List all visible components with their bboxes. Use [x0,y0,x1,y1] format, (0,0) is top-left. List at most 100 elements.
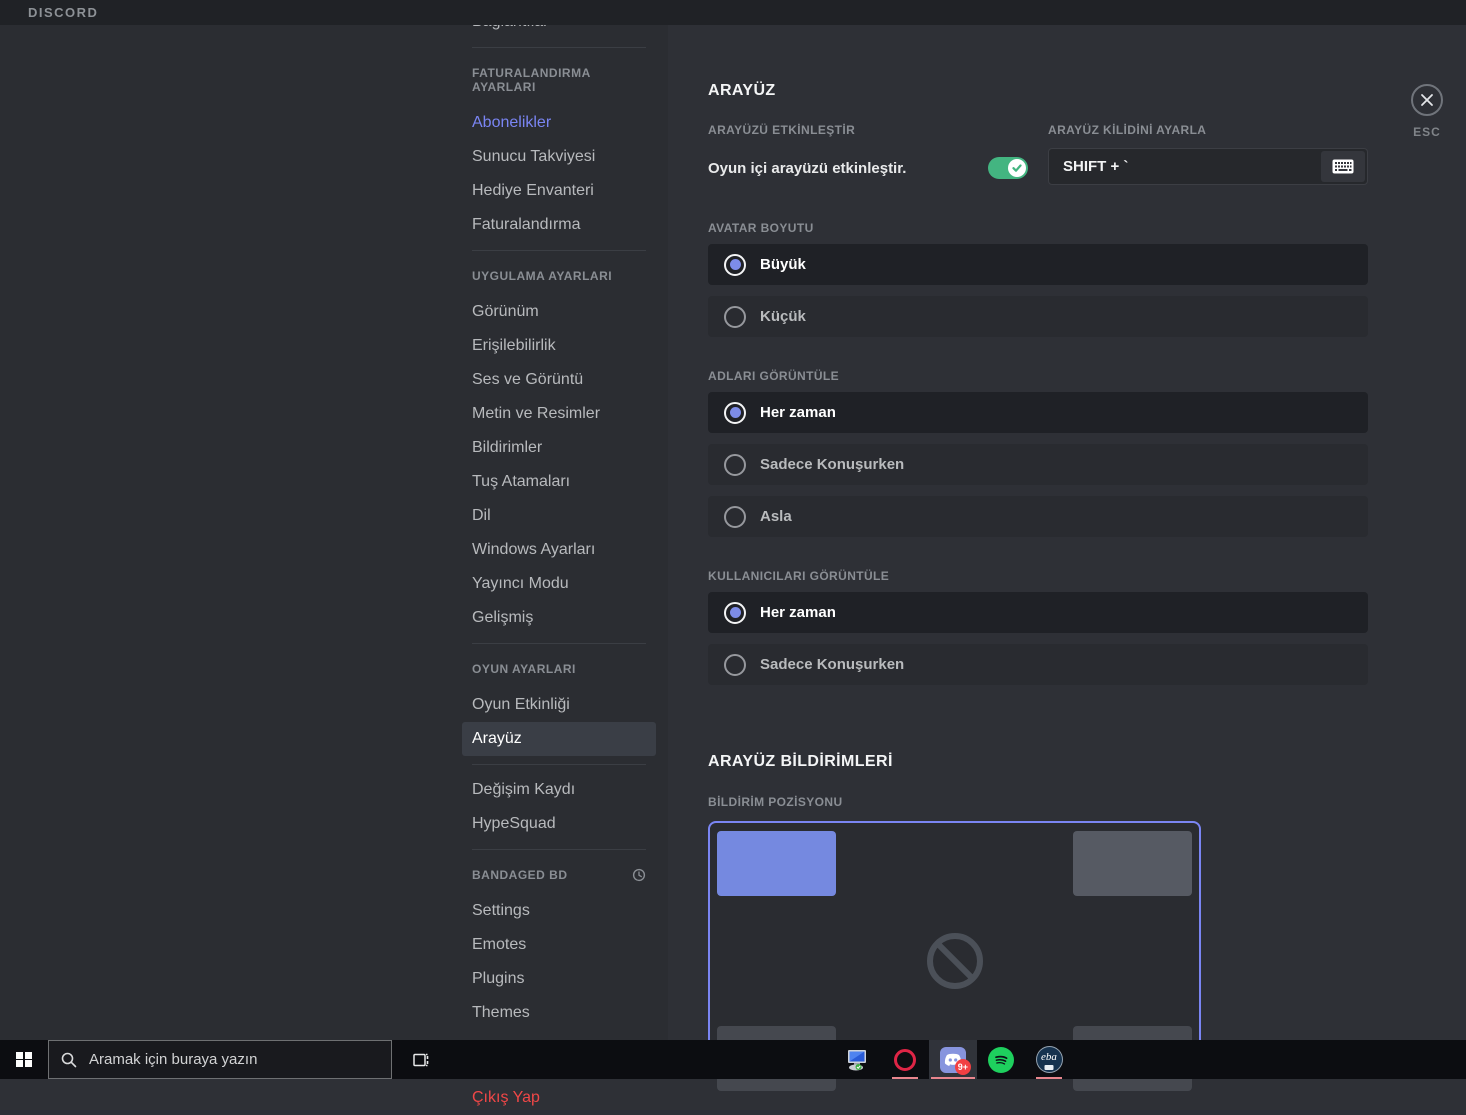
overlay-notifications-section: ARAYÜZ BİLDİRİMLERİ BİLDİRİM POZİSYONU [708,753,1368,1091]
sidebar-item-ses-ve-g-r-nt[interactable]: Ses ve Görüntü [462,363,656,397]
radio-option-label: Sadece Konuşurken [760,456,905,473]
sidebar-item-g-r-n-m[interactable]: Görünüm [462,295,656,329]
radio-group-label: AVATAR BOYUTU [708,221,814,235]
sidebar-item-aray-z[interactable]: Arayüz [462,722,656,756]
opera-gx-icon[interactable] [881,1040,929,1079]
radio-selected-icon[interactable] [724,601,746,624]
close-control: ESC [1399,84,1455,139]
sidebar-section-label: UYGULAMA AYARLARI [472,269,613,283]
notif-pos-top-right[interactable] [1073,831,1192,896]
taskbar-search[interactable] [48,1040,392,1079]
spotify-icon[interactable] [977,1040,1025,1079]
radio-group-label: KULLANICILARI GÖRÜNTÜLE [708,569,890,583]
overlay-notifications-title: ARAYÜZ BİLDİRİMLERİ [708,753,893,770]
overlay-toggle[interactable] [988,157,1028,179]
sidebar-item-oyun-etkinli-i[interactable]: Oyun Etkinliği [462,688,656,722]
sidebar-item-metin-ve-resimler[interactable]: Metin ve Resimler [462,397,656,431]
sidebar-item-eri-ilebilirlik[interactable]: Erişilebilirlik [462,329,656,363]
settings-content-inner: ARAYÜZ ARAYÜZÜ ETKİNLEŞTİR Oyun içi aray… [668,25,1368,1091]
sidebar-item-de-i-im-kayd[interactable]: Değişim Kaydı [462,773,656,807]
radio-icon[interactable] [724,305,746,328]
sidebar-item-sunucu-takviyesi[interactable]: Sunucu Takviyesi [462,140,656,174]
task-view-icon [413,1053,429,1066]
overlay-lock-section: ARAYÜZ KİLİDİNİ AYARLA SHIFT + ` [1048,123,1368,185]
radio-option-sadece-konu-urken[interactable]: Sadece Konuşurken [708,444,1368,485]
sidebar-item-faturaland-rma[interactable]: Faturalandırma [462,208,656,242]
start-button[interactable] [0,1040,48,1079]
close-button[interactable] [1411,84,1443,116]
enable-overlay-section: ARAYÜZÜ ETKİNLEŞTİR Oyun içi arayüzü etk… [708,123,1028,185]
radio-icon[interactable] [724,505,746,528]
radio-option-her-zaman[interactable]: Her zaman [708,392,1368,433]
toggle-check-icon [1008,159,1026,177]
sidebar-item-abonelikler[interactable]: Abonelikler [462,106,656,140]
overlay-lock-label: ARAYÜZ KİLİDİNİ AYARLA [1048,123,1207,137]
keybind-value: SHIFT + ` [1063,158,1129,175]
radio-group: KULLANICILARI GÖRÜNTÜLE Her zaman Sadece K… [708,569,1368,685]
sidebar-divider [472,250,646,251]
enable-overlay-label: ARAYÜZÜ ETKİNLEŞTİR [708,123,856,137]
sidebar-item-yay-nc-modu[interactable]: Yayıncı Modu [462,567,656,601]
sidebar-item-emotes[interactable]: Emotes [462,928,656,962]
history-clock-icon [632,868,646,882]
radio-group: AVATAR BOYUTU Büyük Küçük [708,221,1368,337]
notif-pos-disabled-icon[interactable] [925,931,985,991]
notification-badge: 9+ [954,1059,971,1075]
sidebar-item-tu-atamalar[interactable]: Tuş Atamaları [462,465,656,499]
page-title: ARAYÜZ [708,82,776,99]
settings-nav: BağlantılarFATURALANDIRMA AYARLARIAbonel… [462,5,656,1115]
radio-option-k-k[interactable]: Küçük [708,296,1368,337]
radio-option-asla[interactable]: Asla [708,496,1368,537]
search-icon [61,1052,77,1067]
sidebar-item-windows-ayarlar[interactable]: Windows Ayarları [462,533,656,567]
overlay-top-controls: ARAYÜZÜ ETKİNLEŞTİR Oyun içi arayüzü etk… [708,123,1368,185]
radio-selected-icon[interactable] [724,253,746,276]
sidebar-item-bildirimler[interactable]: Bildirimler [462,431,656,465]
sidebar-item-themes[interactable]: Themes [462,996,656,1030]
keybind-recorder[interactable]: SHIFT + ` [1048,148,1368,185]
sidebar-divider [472,849,646,850]
keyboard-icon[interactable] [1321,151,1365,182]
sidebar-section-label: OYUN AYARLARI [472,662,576,676]
computer-icon[interactable] [833,1040,881,1079]
settings-content: ARAYÜZ ARAYÜZÜ ETKİNLEŞTİR Oyun içi aray… [668,25,1466,1091]
sidebar-item-hediye-envanteri[interactable]: Hediye Envanteri [462,174,656,208]
radio-icon[interactable] [724,653,746,676]
radio-group-rows: Her zaman Sadece Konuşurken Asla [708,392,1368,537]
eba-icon[interactable]: eba [1025,1040,1073,1079]
radio-option-b-y-k[interactable]: Büyük [708,244,1368,285]
sidebar-item-hypesquad[interactable]: HypeSquad [462,807,656,841]
spotify-circle [988,1046,1014,1073]
taskbar-search-input[interactable] [87,1050,347,1069]
eba-circle: eba [1035,1046,1063,1073]
sidebar-item-plugins[interactable]: Plugins [462,962,656,996]
opera-gx-ring [894,1048,916,1071]
radio-option-label: Büyük [760,256,806,273]
notification-position-label: BİLDİRİM POZİSYONU [708,795,843,809]
sidebar-divider [472,47,646,48]
radio-option-label: Asla [760,508,792,525]
radio-option-label: Her zaman [760,404,836,421]
sidebar-item-geli-mi[interactable]: Gelişmiş [462,601,656,635]
radio-option-sadece-konu-urken[interactable]: Sadece Konuşurken [708,644,1368,685]
window-titlebar: DISCORD [0,0,1466,25]
radio-option-label: Sadece Konuşurken [760,656,905,673]
taskbar-tray: 9+ eba [833,1040,1073,1079]
task-view-button[interactable] [398,1040,444,1079]
enable-overlay-text: Oyun içi arayüzü etkinleştir. [708,159,907,177]
sidebar-item-settings[interactable]: Settings [462,894,656,928]
radio-option-label: Her zaman [760,604,836,621]
notif-pos-top-left[interactable] [717,831,836,896]
esc-label: ESC [1413,125,1441,139]
sidebar-divider [472,764,646,765]
radio-dot [729,607,741,618]
sidebar-item-dil[interactable]: Dil [462,499,656,533]
sidebar-section-label: FATURALANDIRMA AYARLARI [472,66,591,94]
radio-icon[interactable] [724,453,746,476]
radio-option-her-zaman[interactable]: Her zaman [708,592,1368,633]
sidebar-item-k-yap[interactable]: Çıkış Yap [462,1081,656,1115]
radio-selected-icon[interactable] [724,401,746,424]
windows-taskbar: 9+ eba [0,1040,1466,1079]
radio-dot [729,259,741,270]
discord-icon[interactable]: 9+ [929,1040,977,1079]
